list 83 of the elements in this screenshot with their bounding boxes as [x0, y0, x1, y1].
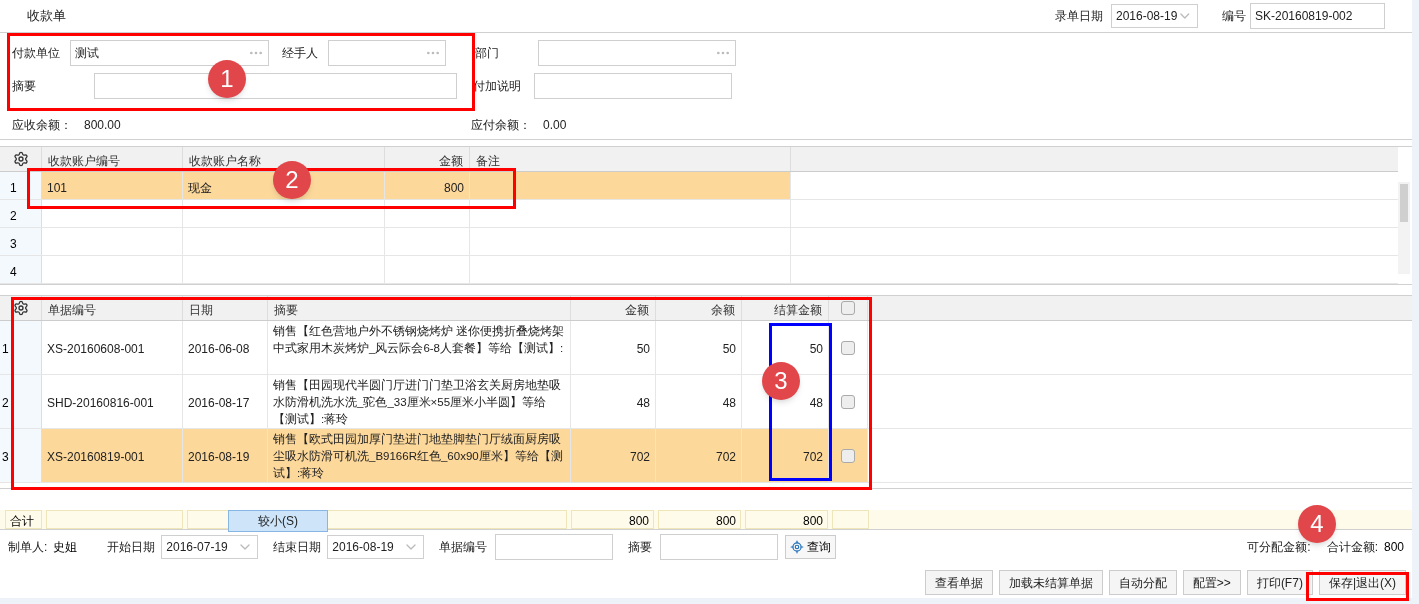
column-header[interactable]: 备注	[470, 147, 791, 171]
handler-field[interactable]	[328, 40, 446, 66]
maker-name: 史姐	[53, 539, 78, 556]
query-button[interactable]: 查询	[785, 535, 837, 559]
field-label: 经手人	[282, 45, 318, 62]
column-header[interactable]: 余额	[656, 296, 742, 320]
column-header[interactable]: 收款账户编号	[42, 147, 183, 171]
table-cell: 销售【红色营地户外不锈钢烧烤炉 迷你便携折叠烧烤架中式家用木炭烤炉_风云际会6-8人套餐】等给【测试】:	[268, 321, 571, 374]
column-header[interactable]: 金额	[385, 147, 470, 171]
column-header[interactable]: 摘要	[268, 296, 571, 320]
table-cell: 800	[385, 172, 470, 199]
size-toggle-button[interactable]: 较小(S)	[228, 510, 328, 532]
table-cell: 2016-06-08	[183, 321, 268, 374]
note-field[interactable]	[534, 73, 732, 99]
field-label: 结束日期	[273, 539, 322, 556]
row-number: 4	[0, 256, 42, 283]
action-button[interactable]: 自动分配	[1108, 570, 1177, 595]
checkbox[interactable]	[841, 301, 855, 315]
payer-field[interactable]: 测试	[70, 40, 269, 66]
table-cell: 702	[656, 429, 742, 482]
department-field[interactable]	[538, 40, 736, 66]
number-field[interactable]: SK-20160819-002	[1250, 3, 1385, 29]
column-header[interactable]: 单据编号	[42, 296, 183, 320]
column-header[interactable]: 结算金额	[742, 296, 829, 320]
field-label: 单据编号	[439, 539, 488, 556]
action-button[interactable]: 配置>>	[1182, 570, 1241, 595]
field-label: 摘要	[12, 78, 36, 95]
column-header[interactable]: 日期	[183, 296, 268, 320]
checkbox[interactable]	[841, 394, 855, 409]
total-amount: 800	[1383, 539, 1404, 556]
action-button[interactable]: 查看单据	[924, 570, 993, 595]
date-select[interactable]: 2016-07-19	[161, 535, 259, 559]
table-cell: 48	[656, 375, 742, 428]
table-cell: 702	[571, 429, 656, 482]
field-label: 应收余额：	[12, 117, 72, 134]
action-button[interactable]: 加载未结算单据	[998, 570, 1103, 595]
table-cell: 101	[42, 172, 183, 199]
row-number: 3	[0, 228, 42, 255]
field-label: 开始日期	[107, 539, 156, 556]
date-select[interactable]: 2016-08-19	[1111, 4, 1198, 28]
table-cell: XS-20160819-001	[42, 429, 183, 482]
row-number: 3	[0, 429, 42, 482]
receivable-value: 800.00	[84, 117, 121, 134]
payable-value: 0.00	[543, 117, 567, 134]
row-number: 2	[0, 200, 42, 227]
field-label: 部门	[475, 45, 499, 62]
table-cell: 2016-08-17	[183, 375, 268, 428]
settings-icon[interactable]	[12, 300, 29, 316]
row-number: 2	[0, 375, 42, 428]
field-label: 付款单位	[12, 45, 60, 62]
date-select[interactable]: 2016-08-19	[327, 535, 425, 559]
scrollbar[interactable]	[1398, 182, 1410, 274]
summary-filter-field[interactable]	[660, 534, 779, 560]
bill-number-field[interactable]	[495, 534, 614, 560]
row-number: 1	[0, 172, 42, 199]
field-label: 录单日期	[1055, 8, 1103, 25]
field-label: 制单人:	[8, 539, 48, 556]
table-cell: 48	[571, 375, 656, 428]
table-cell: XS-20160608-001	[42, 321, 183, 374]
field-label: 编号	[1222, 8, 1246, 25]
column-header[interactable]: 金额	[571, 296, 656, 320]
table-cell: 50	[571, 321, 656, 374]
settings-icon[interactable]	[12, 151, 29, 167]
row-number: 1	[0, 321, 42, 374]
table-row[interactable]: XS-20160819-001 2016-08-19 销售【欧式田园加厚门垫进门地垫脚垫门厅绒面厨房吸尘吸水防滑可机洗_B9166R红色_60x90厘米】等给【测试】:蒋玲 702 702 702	[42, 429, 868, 482]
checkbox[interactable]	[841, 340, 855, 355]
checkbox[interactable]	[841, 448, 855, 463]
table-cell: 2016-08-19	[183, 429, 268, 482]
total-value: 800	[658, 510, 741, 529]
total-cell	[832, 510, 869, 529]
table-cell: 50	[656, 321, 742, 374]
crosshair-icon	[790, 540, 805, 554]
table-cell: 销售【田园现代半圆门厅进门门垫卫浴玄关厨房地垫吸水防滑机洗水洗_驼色_33厘米×55厘米小半圆】等给【测试】:蒋玲	[268, 375, 571, 428]
action-button[interactable]: 打印(F7)	[1246, 570, 1313, 595]
field-label: 应付余额：	[471, 117, 531, 134]
total-label: 合计	[5, 510, 42, 529]
total-value: 800	[571, 510, 654, 529]
table-cell: SHD-20160816-001	[42, 375, 183, 428]
page-title: 收款单	[27, 7, 66, 26]
field-label: 摘要	[628, 539, 653, 556]
total-value: 800	[745, 510, 828, 529]
table-cell: 702	[742, 429, 829, 482]
table-cell: 销售【欧式田园加厚门垫进门地垫脚垫门厅绒面厨房吸尘吸水防滑可机洗_B9166R红色_60x90厘米】等给【测试】:蒋玲	[268, 429, 571, 482]
